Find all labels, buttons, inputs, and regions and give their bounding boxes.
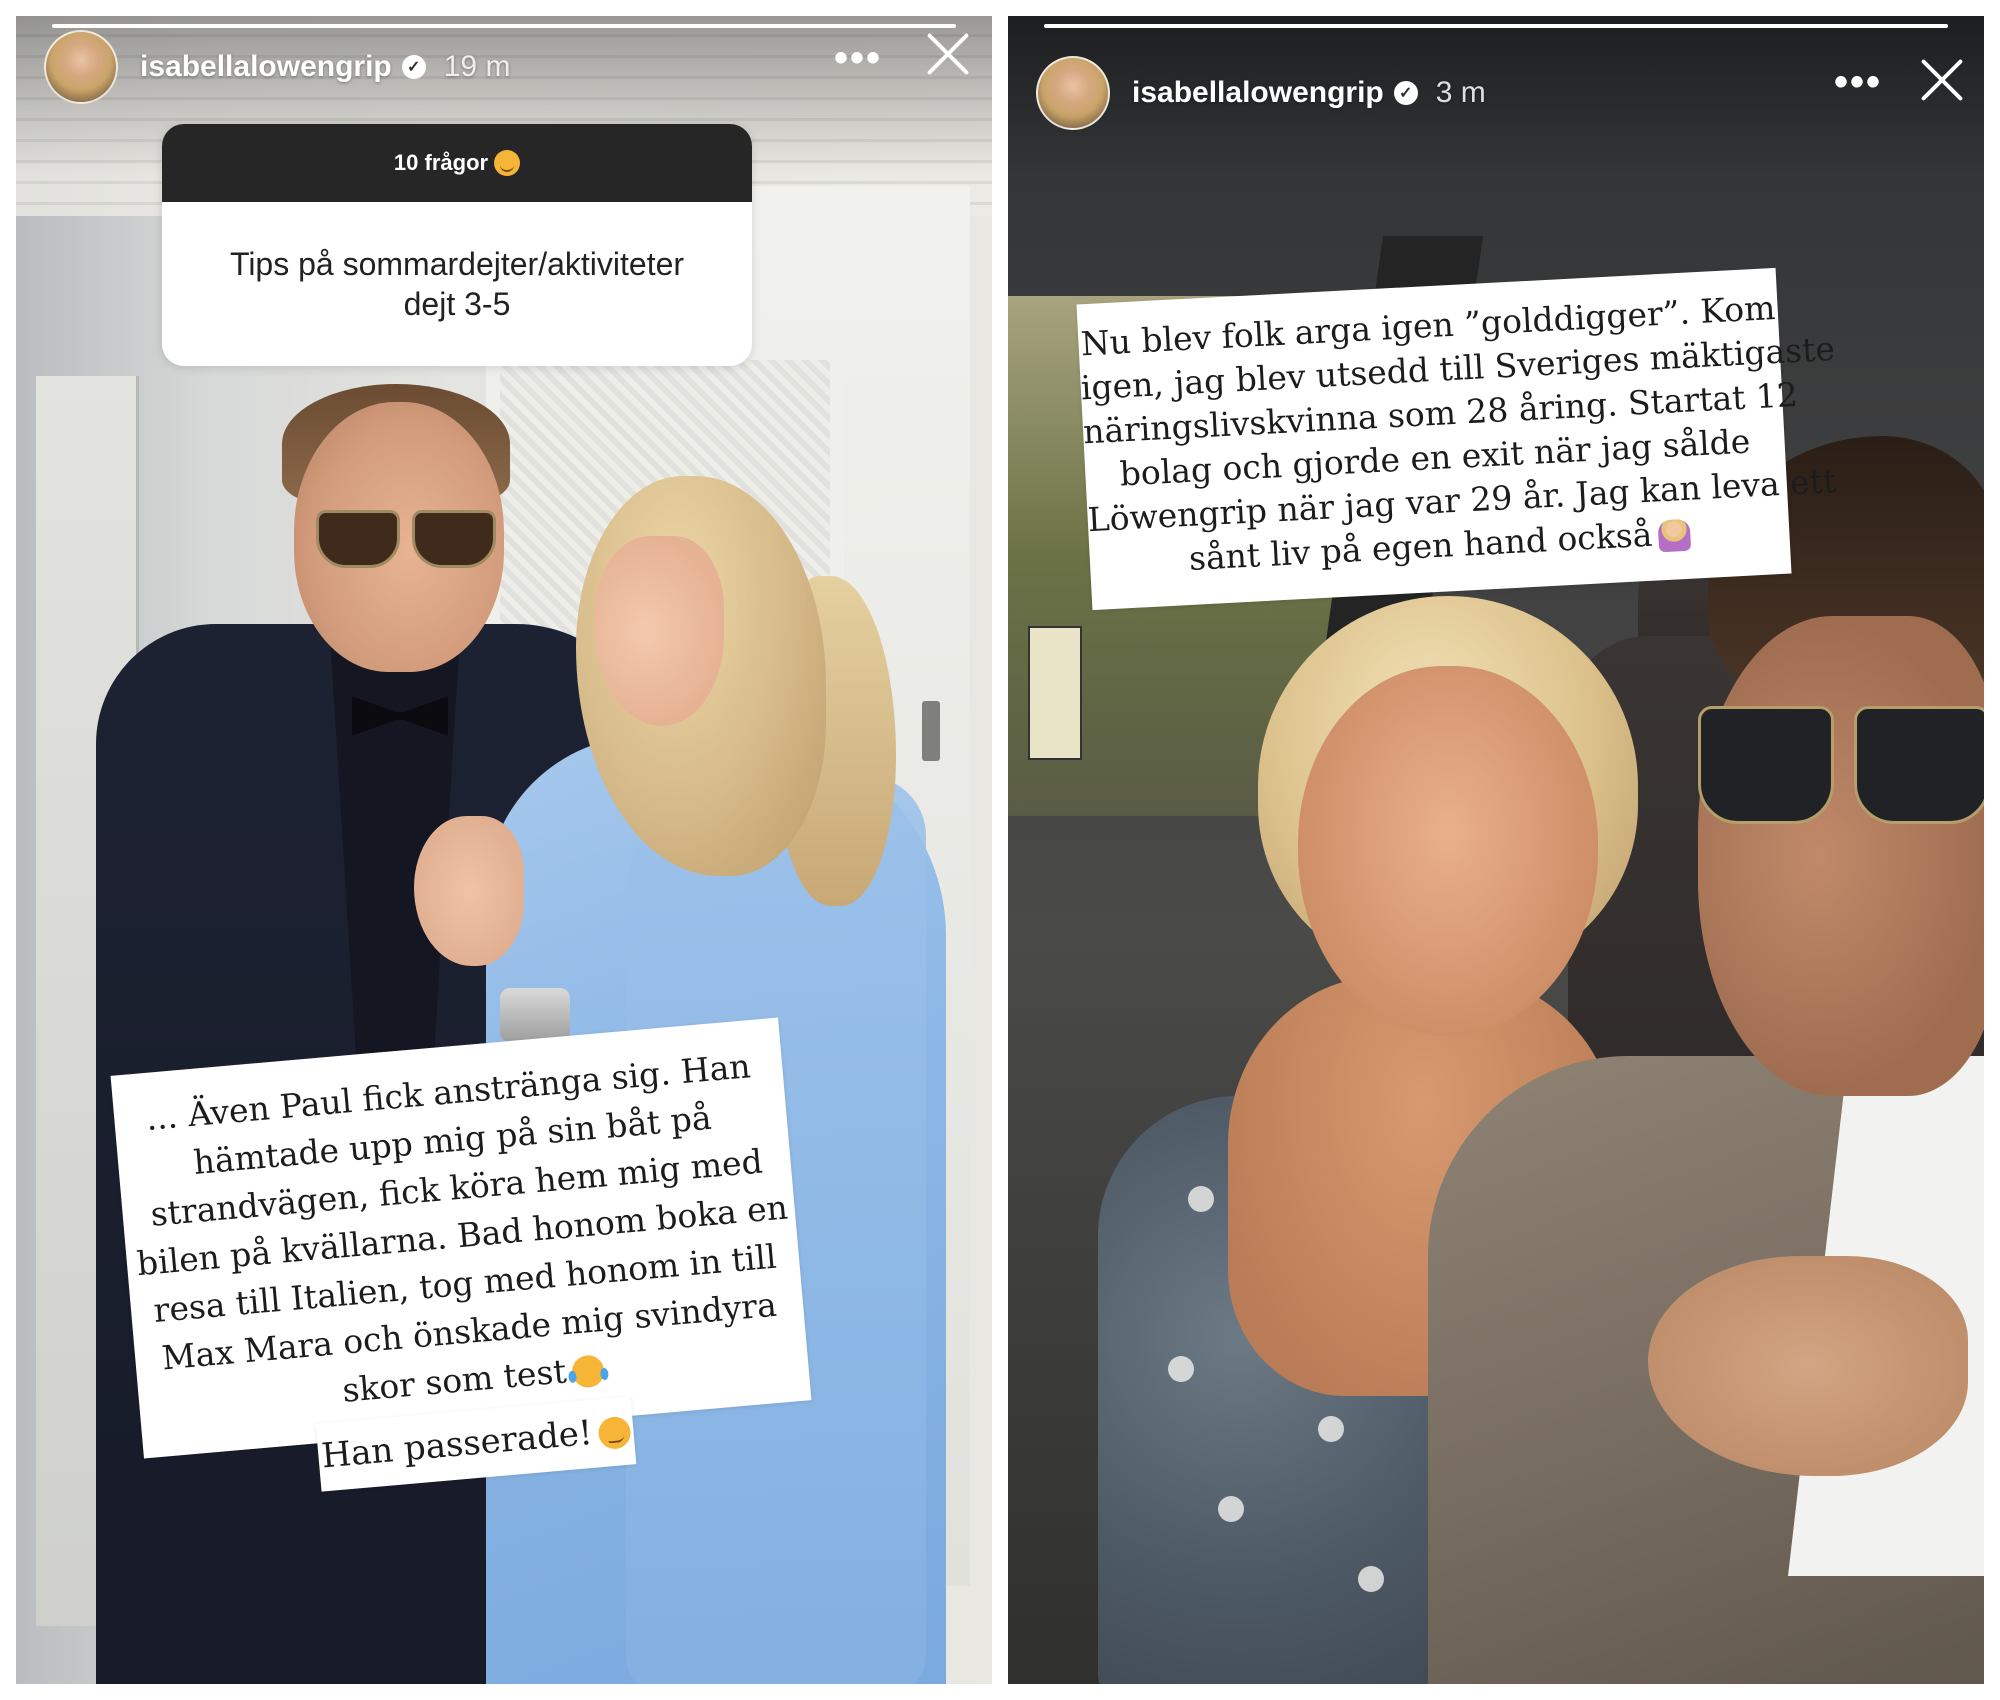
smirking-face-icon — [597, 1415, 632, 1451]
photo-man-face — [1698, 616, 1984, 1096]
verified-badge-icon: ✓ — [401, 55, 426, 79]
smiling-face-with-hearts-icon — [494, 150, 521, 176]
story-frame-right[interactable]: isabellalowengrip ✓ 3 m ••• Nu blev folk… — [1008, 16, 1984, 1684]
close-icon[interactable] — [1918, 56, 1966, 104]
photo-woman-face — [1298, 666, 1598, 1036]
more-options-icon[interactable]: ••• — [1834, 62, 1882, 102]
close-icon[interactable] — [924, 30, 972, 78]
story-frame-left[interactable]: isabellalowengrip ✓ 19 m ••• 10 frågor T… — [16, 16, 992, 1684]
question-sticker-header: 10 frågor — [162, 124, 752, 202]
photo-door-latch — [922, 721, 940, 761]
person-tipping-hand-icon — [1657, 518, 1692, 553]
story-progress-bar — [1044, 24, 1948, 28]
photo-man-sunglasses — [316, 510, 496, 568]
question-sticker[interactable]: 10 frågor Tips på sommardejter/aktivitet… — [162, 124, 752, 366]
passed-text: Han passerade! — [319, 1412, 595, 1477]
photo-man-sunglasses — [1698, 706, 1984, 826]
question-line: Tips på sommardejter/aktiviteter — [229, 246, 685, 282]
photo-window-sticker — [1028, 626, 1082, 760]
username-link[interactable]: isabellalowengrip — [1132, 76, 1384, 110]
question-sticker-question: Tips på sommardejter/aktiviteter dejt 3-… — [162, 202, 752, 366]
username-link[interactable]: isabellalowengrip — [140, 50, 392, 84]
story-timestamp: 3 m — [1435, 76, 1486, 109]
question-sticker-title: 10 frågor — [393, 150, 489, 175]
tears-of-joy-icon — [571, 1354, 606, 1389]
statement-text-sticker: Nu blev folk arga igen ”golddigger”. Kom… — [1076, 267, 1837, 611]
answer-text-sticker: ... Även Paul fick anstränga sig. Han hä… — [110, 1017, 812, 1459]
photo-woman-hand — [414, 816, 524, 966]
avatar[interactable] — [1036, 56, 1110, 130]
more-options-icon[interactable]: ••• — [834, 38, 882, 78]
avatar[interactable] — [44, 30, 118, 104]
question-line: dejt 3-5 — [403, 286, 511, 322]
story-timestamp: 19 m — [443, 50, 511, 83]
photo-woman-watch — [500, 988, 570, 1042]
photo-woman-face — [594, 536, 724, 726]
verified-badge-icon: ✓ — [1393, 81, 1418, 105]
progress-segment — [1044, 24, 1948, 28]
